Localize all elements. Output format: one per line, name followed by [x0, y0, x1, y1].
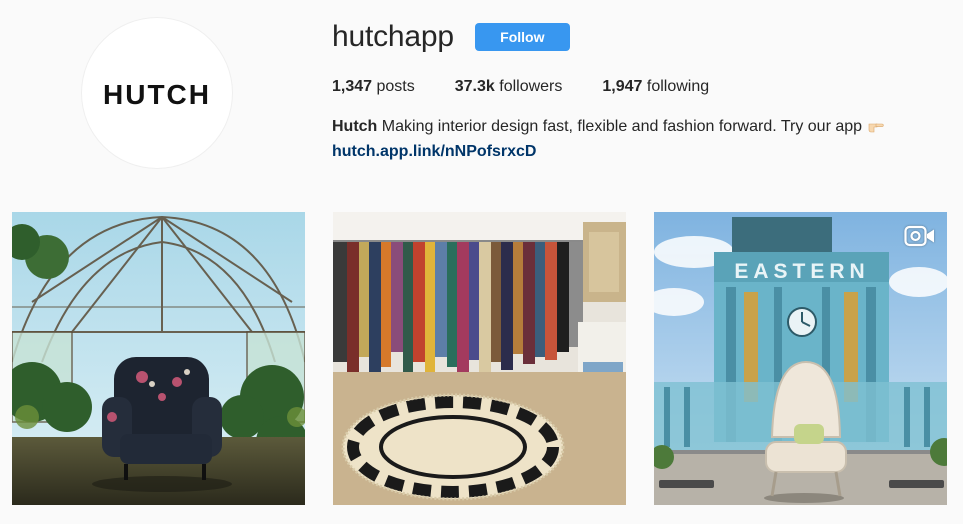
eastern-building-image: EASTERN [654, 212, 947, 505]
greenhouse-chair-image [12, 212, 305, 505]
pointing-hand-icon [869, 123, 885, 133]
posts-label: posts [376, 78, 415, 95]
title-row: hutchapp Follow [332, 18, 942, 56]
post-clothing-rack-rug[interactable] [333, 212, 626, 505]
post-eastern-building[interactable]: EASTERN [654, 212, 947, 505]
profile-header: hutchapp Follow 1,347 posts 37.3k follow… [332, 18, 942, 164]
followers-count: 37.3k [454, 78, 495, 95]
eastern-sign-text: EASTERN [734, 260, 869, 283]
following-stat[interactable]: 1,947 following [602, 78, 709, 96]
following-label: following [646, 78, 710, 95]
username: hutchapp [332, 20, 454, 53]
bio-link[interactable]: hutch.app.link/nNPofsrxcD [332, 140, 942, 164]
profile-bio: Hutch Making interior design fast, flexi… [332, 115, 942, 164]
post-greenhouse-chair[interactable] [12, 212, 305, 505]
profile-page: HUTCH hutchapp Follow 1,347 posts 37.3k … [0, 0, 963, 524]
posts-grid: EASTERN [12, 212, 947, 505]
following-count: 1,947 [602, 78, 643, 95]
bio-line: Hutch Making interior design fast, flexi… [332, 115, 942, 139]
followers-label: followers [499, 78, 563, 95]
posts-stat: 1,347 posts [332, 78, 415, 96]
followers-stat[interactable]: 37.3k followers [455, 78, 563, 96]
posts-count: 1,347 [332, 78, 373, 95]
bio-name: Hutch [332, 118, 378, 135]
video-camera-icon [904, 225, 934, 247]
clothing-rack-rug-image [333, 212, 626, 505]
profile-avatar[interactable]: HUTCH [81, 17, 233, 169]
hutch-logo: HUTCH [103, 79, 211, 110]
bio-text: Making interior design fast, flexible an… [381, 118, 863, 135]
follow-button[interactable]: Follow [474, 23, 570, 51]
profile-stats: 1,347 posts 37.3k followers 1,947 follow… [332, 76, 942, 98]
